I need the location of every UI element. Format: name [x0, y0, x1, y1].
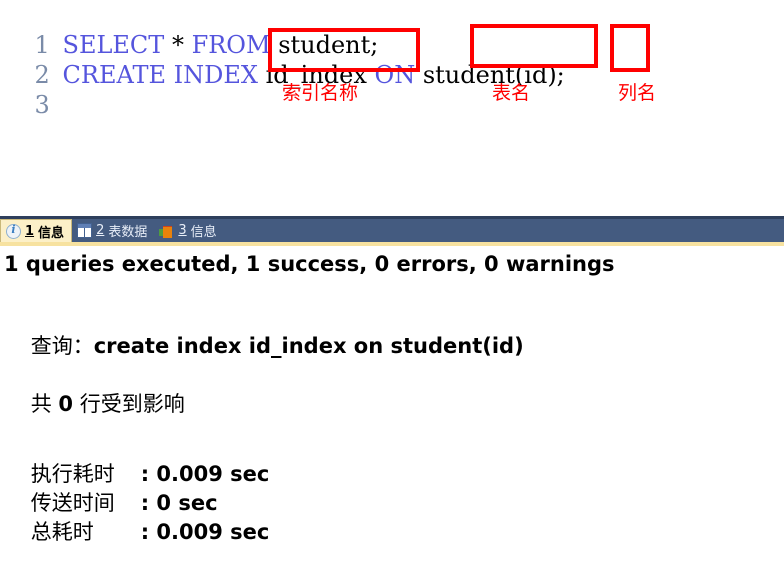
tab-number-3: 3 — [178, 223, 187, 238]
tab-label-2: 表数据 — [108, 225, 148, 240]
tab-label-3: 信息 — [190, 225, 217, 240]
query-text: create index id_index on student(id) — [93, 334, 524, 358]
tab-table-data-2[interactable]: 2 表数据 — [72, 219, 154, 242]
highlight-box-column-name — [610, 24, 650, 72]
affected-rows-prefix: 共 — [30, 392, 59, 416]
code-line-2[interactable]: 2 CREATE INDEX id_index ON student(id); — [0, 30, 565, 89]
execution-summary: 1 queries executed, 1 success, 0 errors,… — [4, 252, 615, 276]
timing-total-row: 总耗时: 0.009 sec — [4, 490, 270, 564]
timing-separator-total: : — [140, 520, 157, 544]
timing-value-total: 0.009 sec — [156, 520, 270, 544]
annotation-label-column-name: 列名 — [618, 82, 657, 104]
tab-number-2: 2 — [96, 223, 105, 238]
annotation-label-table-name: 表名 — [492, 82, 531, 104]
code-line-3[interactable]: 3 — [0, 60, 63, 119]
tab-information-3[interactable]: 3 信息 — [154, 219, 223, 242]
chart-icon — [159, 223, 174, 238]
query-label: 查询： — [30, 334, 94, 358]
sql-editor[interactable]: 1 SELECT * FROM student; 2 CREATE INDEX id… — [0, 0, 784, 216]
tab-label-1: 信息 — [38, 225, 65, 241]
sql-keyword-on: ON — [374, 61, 423, 89]
table-grid-icon — [77, 223, 93, 238]
annotation-label-index-name: 索引名称 — [282, 82, 359, 104]
sql-keyword-create-index: CREATE INDEX — [62, 61, 266, 89]
line-number-3: 3 — [34, 91, 50, 119]
result-tab-bar: 1 信息 2 表数据 3 信息 — [0, 216, 784, 246]
code-line-1[interactable]: 1 SELECT * FROM student; — [0, 0, 379, 59]
tab-number-1: 1 — [25, 223, 35, 239]
affected-rows-count: 0 — [58, 392, 74, 416]
result-message-panel[interactable]: 1 queries executed, 1 success, 0 errors,… — [0, 246, 784, 564]
timing-label-total: 总耗时 — [30, 520, 94, 544]
info-icon — [6, 223, 21, 239]
tab-information-1[interactable]: 1 信息 — [0, 219, 73, 242]
affected-rows-suffix: 行受到影响 — [73, 392, 185, 416]
